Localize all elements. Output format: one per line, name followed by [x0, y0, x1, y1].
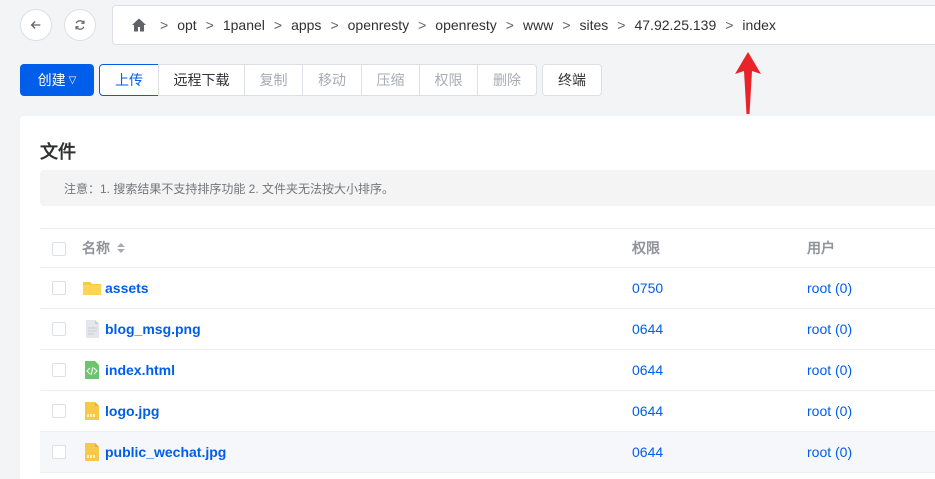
permission-link[interactable]: 0750: [632, 268, 663, 308]
table-header: 名称 权限 用户: [40, 228, 935, 268]
user-link[interactable]: root (0): [807, 432, 852, 472]
row-checkbox[interactable]: [52, 322, 66, 336]
file-name-link[interactable]: logo.jpg: [105, 403, 159, 419]
file-name-link[interactable]: assets: [105, 280, 149, 296]
permission-link[interactable]: 0644: [632, 350, 663, 390]
image-file-icon: [82, 319, 102, 339]
copy-button[interactable]: 复制: [244, 64, 303, 96]
breadcrumb-separator: >: [617, 17, 626, 33]
breadcrumb-separator: >: [725, 17, 734, 33]
breadcrumb-item-ip[interactable]: 47.92.25.139: [634, 17, 716, 33]
row-checkbox[interactable]: [52, 445, 66, 459]
permission-link[interactable]: 0644: [632, 432, 663, 472]
sort-icon[interactable]: [116, 242, 126, 254]
header-name[interactable]: 名称: [82, 229, 126, 267]
create-button[interactable]: 创建 ▽: [20, 64, 94, 96]
breadcrumb-separator: >: [160, 17, 169, 33]
breadcrumb-item-index[interactable]: index: [742, 17, 775, 33]
user-link[interactable]: root (0): [807, 309, 852, 349]
refresh-icon: [75, 20, 85, 30]
create-label: 创建: [37, 72, 66, 88]
jpg-file-icon: [82, 442, 102, 462]
permission-link[interactable]: 0644: [632, 309, 663, 349]
breadcrumb-separator: >: [418, 17, 427, 33]
row-checkbox[interactable]: [52, 281, 66, 295]
folder-icon: [82, 278, 102, 298]
breadcrumb-item-openresty[interactable]: openresty: [348, 17, 409, 33]
table-row[interactable]: logo.jpg 0644 root (0): [40, 391, 935, 432]
arrow-left-icon: [30, 21, 41, 29]
back-button[interactable]: [20, 9, 52, 41]
terminal-button[interactable]: 终端: [542, 64, 602, 96]
select-all-checkbox[interactable]: [52, 242, 66, 256]
table-row[interactable]: public_wechat.jpg 0644 root (0): [40, 432, 935, 473]
file-name-link[interactable]: public_wechat.jpg: [105, 444, 226, 460]
breadcrumb-separator: >: [330, 17, 339, 33]
upload-button[interactable]: 上传: [99, 64, 159, 96]
header-user: 用户: [807, 240, 835, 256]
jpg-file-icon: [82, 401, 102, 421]
html-file-icon: [82, 360, 102, 380]
breadcrumb-separator: >: [205, 17, 214, 33]
remote-download-button[interactable]: 远程下载: [158, 64, 245, 96]
home-icon[interactable]: [131, 17, 147, 33]
table-row[interactable]: assets 0750 root (0): [40, 268, 935, 309]
notice-banner: 注意：1. 搜索结果不支持排序功能 2. 文件夹无法按大小排序。: [40, 170, 935, 206]
breadcrumb-item-opt[interactable]: opt: [177, 17, 196, 33]
file-card: 文件 注意：1. 搜索结果不支持排序功能 2. 文件夹无法按大小排序。 名称 权…: [20, 116, 935, 479]
breadcrumb: > opt > 1panel > apps > openresty > open…: [112, 5, 935, 45]
permission-link[interactable]: 0644: [632, 391, 663, 431]
page-title: 文件: [40, 142, 76, 162]
file-toolbar: 创建 ▽ 上传 远程下载 复制 移动 压缩 权限 删除 终端: [20, 64, 602, 96]
breadcrumb-item-www[interactable]: www: [523, 17, 553, 33]
header-permission: 权限: [632, 240, 660, 256]
table-row[interactable]: index.html 0644 root (0): [40, 350, 935, 391]
breadcrumb-item-openresty-2[interactable]: openresty: [435, 17, 496, 33]
refresh-button[interactable]: [64, 9, 96, 41]
breadcrumb-separator: >: [273, 17, 283, 33]
permission-button[interactable]: 权限: [419, 64, 478, 96]
delete-button[interactable]: 删除: [477, 64, 537, 96]
breadcrumb-separator: >: [505, 17, 514, 33]
user-link[interactable]: root (0): [807, 268, 852, 308]
file-action-group: 上传 远程下载 复制 移动 压缩 权限 删除: [99, 64, 537, 96]
row-checkbox[interactable]: [52, 363, 66, 377]
breadcrumb-separator: >: [562, 17, 571, 33]
breadcrumb-item-1panel[interactable]: 1panel: [223, 17, 265, 33]
breadcrumb-item-sites[interactable]: sites: [580, 17, 609, 33]
row-checkbox[interactable]: [52, 404, 66, 418]
table-row[interactable]: blog_msg.png 0644 root (0): [40, 309, 935, 350]
compress-button[interactable]: 压缩: [361, 64, 420, 96]
file-name-link[interactable]: index.html: [105, 362, 175, 378]
user-link[interactable]: root (0): [807, 391, 852, 431]
breadcrumb-item-apps[interactable]: apps: [291, 17, 321, 33]
user-link[interactable]: root (0): [807, 350, 852, 390]
red-arrow-annotation: [735, 52, 761, 114]
file-name-link[interactable]: blog_msg.png: [105, 321, 201, 337]
header-name-label: 名称: [82, 240, 110, 256]
move-button[interactable]: 移动: [302, 64, 362, 96]
chevron-down-icon: ▽: [68, 74, 77, 86]
